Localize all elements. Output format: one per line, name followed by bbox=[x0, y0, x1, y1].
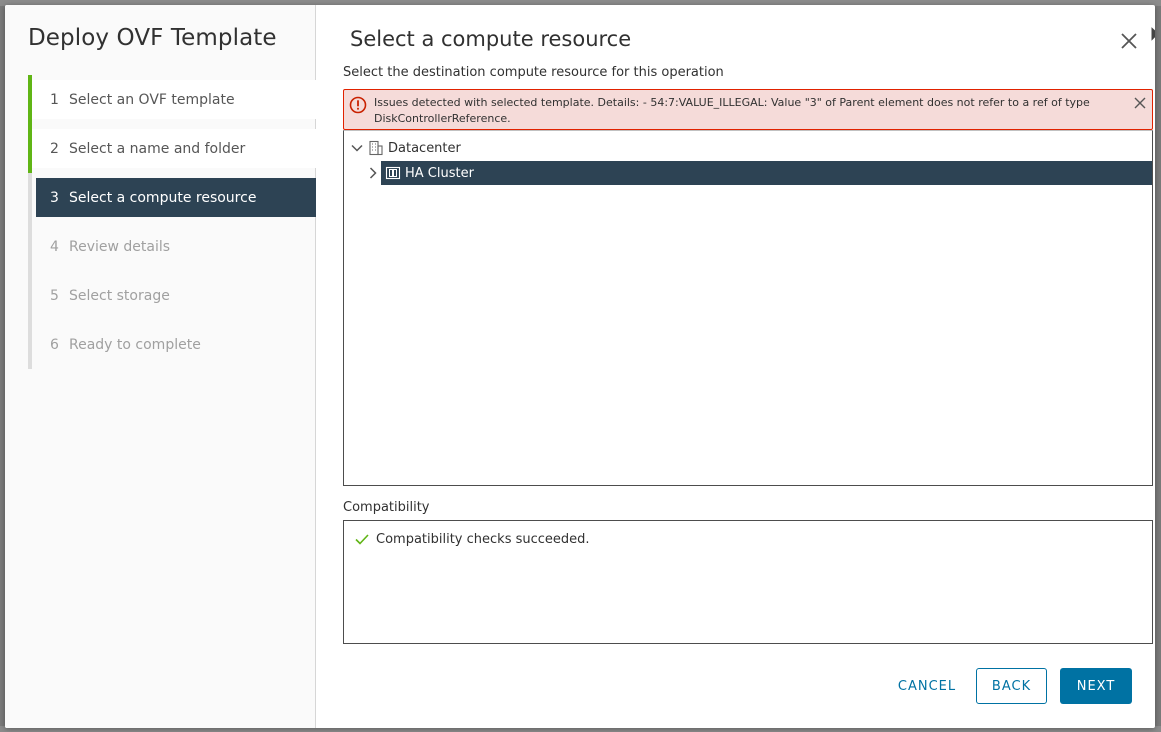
step-number: 3 bbox=[50, 189, 59, 206]
back-button[interactable]: BACK bbox=[976, 668, 1047, 704]
alert-close-icon[interactable] bbox=[1133, 96, 1147, 110]
compatibility-message: Compatibility checks succeeded. bbox=[376, 531, 590, 547]
step-number: 5 bbox=[50, 287, 59, 304]
wizard-content: Select a compute resource Select the des… bbox=[316, 5, 1155, 728]
wizard-steps: 1 Select an OVF template 2 Select a name a… bbox=[28, 75, 316, 369]
step-label: Select a compute resource bbox=[69, 189, 257, 206]
next-button[interactable]: NEXT bbox=[1060, 668, 1132, 704]
wizard-step-4: 4 Review details bbox=[28, 222, 316, 271]
compatibility-panel: Compatibility checks succeeded. bbox=[343, 520, 1153, 644]
wizard-step-2[interactable]: 2 Select a name and folder bbox=[28, 124, 316, 173]
step-number: 1 bbox=[50, 91, 59, 108]
chevron-right-icon[interactable] bbox=[366, 166, 380, 180]
datacenter-icon bbox=[369, 140, 383, 156]
wizard-step-3[interactable]: 3 Select a compute resource bbox=[28, 173, 316, 222]
step-label: Select storage bbox=[69, 287, 170, 304]
wizard-step-6: 6 Ready to complete bbox=[28, 320, 316, 369]
step-label: Select a name and folder bbox=[69, 140, 246, 157]
compatibility-label: Compatibility bbox=[343, 500, 430, 515]
step-label: Select an OVF template bbox=[69, 91, 235, 108]
deploy-ovf-wizard-modal: Deploy OVF Template 1 Select an OVF templ… bbox=[5, 5, 1155, 728]
cancel-button[interactable]: CANCEL bbox=[891, 668, 963, 704]
wizard-sidebar: Deploy OVF Template 1 Select an OVF templ… bbox=[5, 5, 316, 728]
tree-node-cluster[interactable]: HA Cluster bbox=[381, 161, 1152, 185]
tree-node-label: Datacenter bbox=[388, 140, 461, 156]
tree-node-datacenter[interactable]: Datacenter bbox=[350, 136, 461, 160]
wizard-step-5: 5 Select storage bbox=[28, 271, 316, 320]
step-label: Review details bbox=[69, 238, 171, 255]
wizard-title: Deploy OVF Template bbox=[28, 25, 277, 51]
cluster-icon bbox=[385, 166, 401, 180]
alert-message: Issues detected with selected template. … bbox=[374, 96, 1090, 125]
mouse-cursor-icon bbox=[1150, 25, 1155, 44]
error-alert: Issues detected with selected template. … bbox=[343, 89, 1153, 130]
page-subtitle: Select the destination compute resource … bbox=[343, 65, 724, 80]
check-icon bbox=[355, 534, 369, 545]
compatibility-status: Compatibility checks succeeded. bbox=[354, 531, 590, 547]
step-number: 6 bbox=[50, 336, 59, 353]
step-number: 2 bbox=[50, 140, 59, 157]
step-label: Ready to complete bbox=[69, 336, 201, 353]
tree-node-label: HA Cluster bbox=[405, 165, 474, 181]
error-circle-icon bbox=[349, 96, 367, 114]
page-title: Select a compute resource bbox=[350, 27, 632, 51]
step-number: 4 bbox=[50, 238, 59, 255]
wizard-step-1[interactable]: 1 Select an OVF template bbox=[28, 75, 316, 124]
compute-resource-tree: Datacenter HA Cluster bbox=[343, 130, 1153, 486]
close-icon[interactable] bbox=[1119, 31, 1139, 51]
chevron-down-icon[interactable] bbox=[350, 141, 364, 155]
